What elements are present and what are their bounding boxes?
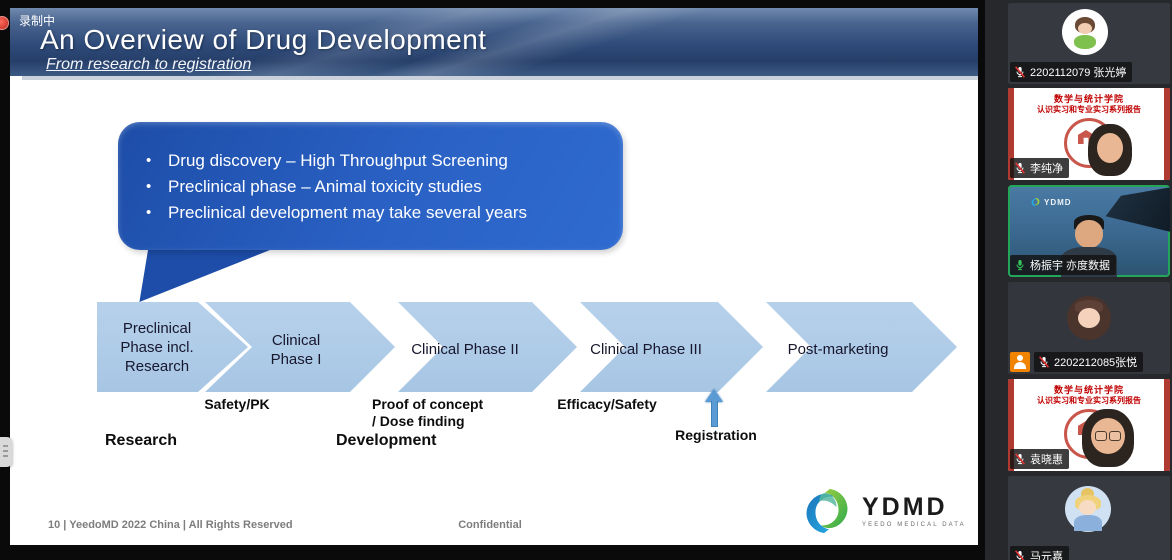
participant-name: 2202212085张悦 — [1054, 354, 1137, 370]
presentation-slide: 录制中 An Overview of Drug Development From… — [10, 8, 978, 545]
participant-name-tag: 袁晓惠 — [1010, 449, 1069, 469]
registration-arrow-icon — [704, 389, 724, 429]
participant-video-person — [1076, 409, 1140, 471]
participant-name-tag: 李纯净 — [1010, 158, 1069, 178]
note-safety-pk: Safety/PK — [177, 396, 297, 413]
stage-label-phase3: Clinical Phase III — [576, 340, 716, 359]
participant-tile[interactable]: 2202212085张悦 — [1008, 282, 1170, 374]
participant-name: 2202112079 张光婷 — [1030, 64, 1126, 80]
ydmd-swirl-icon — [1030, 197, 1041, 207]
slide-footer-confidential: Confidential — [430, 519, 550, 531]
participant-tile[interactable]: 2202112079 张光婷 — [1008, 3, 1170, 84]
participant-tile[interactable]: 数学与统计学院 认识实习和专业实习系列报告 李纯净 — [1008, 88, 1170, 180]
participants-sidebar: 2202112079 张光婷 数学与统计学院 认识实习和专业实习系列报告 — [985, 0, 1172, 560]
logo-text: YDMD — [862, 494, 966, 520]
slide-title: An Overview of Drug Development — [40, 24, 487, 56]
participant-video-person — [1080, 124, 1136, 180]
remote-slide-line2: 认识实习和专业实习系列报告 — [1008, 395, 1170, 406]
participant-name: 杨振宇 亦度数据 — [1030, 257, 1110, 273]
participant-name-tag: 马元嘉 — [1010, 546, 1069, 560]
participant-name: 袁晓惠 — [1030, 451, 1063, 467]
logo-subtext: YEEDO MEDICAL DATA — [862, 522, 966, 528]
participant-name-tag: 杨振宇 亦度数据 — [1010, 255, 1116, 275]
stage-label-phase2: Clinical Phase II — [395, 340, 535, 359]
note-proof-of-concept: Proof of concept / Dose finding — [372, 396, 532, 430]
callout-bullet: Drug discovery – High Throughput Screeni… — [146, 148, 623, 174]
meeting-window: 录制中 An Overview of Drug Development From… — [0, 0, 1172, 560]
ydmd-logo: YDMD YEEDO MEDICAL DATA — [798, 486, 966, 536]
stage-label-preclinical: Preclinical Phase incl. Research — [101, 319, 213, 376]
group-label-research: Research — [105, 432, 177, 450]
callout-bullet: Preclinical phase – Animal toxicity stud… — [146, 174, 623, 200]
side-panel-handle[interactable] — [0, 437, 12, 467]
avatar — [1065, 486, 1111, 532]
recording-status-label: 录制中 — [19, 12, 55, 29]
remote-slide-line2: 认识实习和专业实习系列报告 — [1008, 104, 1170, 115]
slide-subtitle: From research to registration — [46, 56, 251, 74]
avatar — [1062, 9, 1108, 55]
callout-bullet-list: Drug discovery – High Throughput Screeni… — [118, 122, 623, 226]
group-label-development: Development — [336, 432, 436, 450]
mic-muted-icon — [1014, 162, 1026, 174]
participant-tile[interactable]: 马元嘉 — [1008, 476, 1170, 560]
recording-indicator-icon — [0, 16, 9, 30]
mini-logo-text: YDMD — [1044, 198, 1072, 207]
note-registration: Registration — [656, 427, 776, 444]
stage-label-phase1: Clinical Phase I — [256, 331, 336, 369]
mic-muted-icon — [1014, 550, 1026, 560]
ydmd-mini-logo: YDMD — [1030, 197, 1072, 207]
person-badge-icon — [1010, 352, 1030, 372]
mic-muted-icon — [1014, 453, 1026, 465]
ydmd-swirl-icon — [798, 486, 856, 536]
stage-label-postmarketing: Post-marketing — [768, 340, 908, 359]
mic-muted-icon — [1038, 356, 1050, 368]
participant-name: 马元嘉 — [1030, 548, 1063, 560]
participant-name: 李纯净 — [1030, 160, 1063, 176]
callout-bubble: Drug discovery – High Throughput Screeni… — [118, 122, 623, 250]
callout-bullet: Preclinical development may take several… — [146, 200, 623, 226]
mic-muted-icon — [1014, 66, 1026, 78]
participant-name-tag: 2202112079 张光婷 — [1010, 62, 1132, 82]
participant-tile-active-speaker[interactable]: YDMD 杨振宇 亦度数据 — [1008, 185, 1170, 277]
callout-tail — [125, 244, 285, 302]
shared-screen-area: 录制中 An Overview of Drug Development From… — [0, 0, 985, 560]
participant-tile[interactable]: 数学与统计学院 认识实习和专业实习系列报告 袁晓惠 — [1008, 379, 1170, 471]
mic-on-icon — [1014, 259, 1026, 271]
participant-name-tag: 2202212085张悦 — [1034, 352, 1143, 372]
avatar — [1067, 296, 1111, 340]
note-efficacy-safety: Efficacy/Safety — [547, 396, 667, 413]
slide-footer-copyright: 10 | YeedoMD 2022 China | All Rights Res… — [48, 519, 293, 531]
